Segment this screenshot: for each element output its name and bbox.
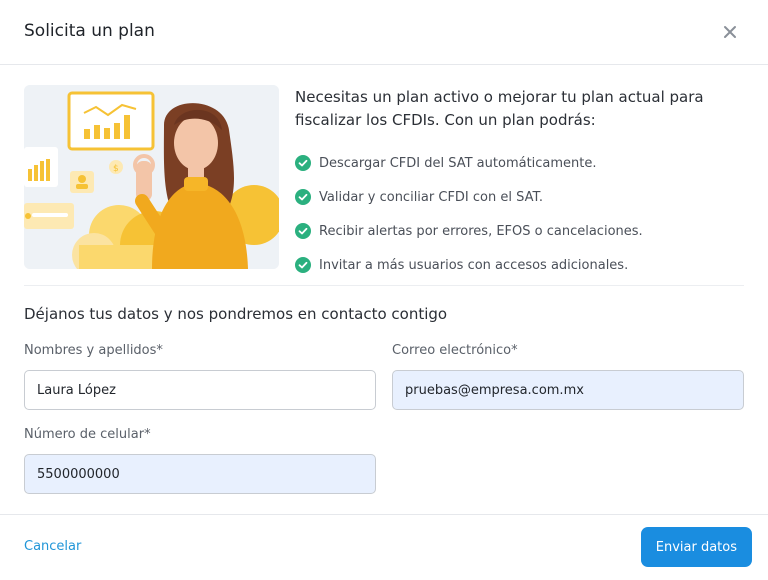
check-circle-icon — [295, 155, 311, 171]
illustration-art: $ — [24, 85, 279, 269]
benefit-text: Validar y conciliar CFDI con el SAT. — [319, 189, 544, 205]
benefit-text: Descargar CFDI del SAT automáticamente. — [319, 155, 597, 171]
benefit-text: Invitar a más usuarios con accesos adici… — [319, 257, 629, 273]
check-circle-icon — [295, 257, 311, 273]
submit-button[interactable]: Enviar datos — [640, 527, 752, 567]
benefit-item: Recibir alertas por errores, EFOS o canc… — [295, 214, 643, 248]
name-label: Nombres y apellidos* — [24, 343, 163, 358]
promo-illustration: $ — [24, 85, 279, 269]
benefits-list: Descargar CFDI del SAT automáticamente. … — [295, 146, 643, 282]
phone-label: Número de celular* — [24, 427, 151, 442]
benefit-item: Validar y conciliar CFDI con el SAT. — [295, 180, 643, 214]
modal-header: Solicita un plan — [0, 0, 768, 65]
modal-title: Solicita un plan — [24, 21, 155, 41]
email-input[interactable] — [392, 370, 744, 410]
phone-input[interactable] — [24, 454, 376, 494]
close-icon — [724, 26, 736, 38]
benefit-item: Descargar CFDI del SAT automáticamente. — [295, 146, 643, 180]
form-title: Déjanos tus datos y nos pondremos en con… — [24, 305, 448, 323]
name-input[interactable] — [24, 370, 376, 410]
benefit-text: Recibir alertas por errores, EFOS o canc… — [319, 223, 643, 239]
intro-text: Necesitas un plan activo o mejorar tu pl… — [295, 88, 704, 129]
email-label: Correo electrónico* — [392, 343, 518, 358]
benefit-item: Invitar a más usuarios con accesos adici… — [295, 248, 643, 282]
svg-text:$: $ — [113, 164, 119, 174]
check-circle-icon — [295, 223, 311, 239]
section-divider — [24, 285, 744, 286]
close-button[interactable] — [720, 22, 740, 42]
check-circle-icon — [295, 189, 311, 205]
cancel-button[interactable]: Cancelar — [24, 539, 81, 554]
modal-footer: Cancelar Enviar datos — [0, 514, 768, 580]
request-plan-modal: Solicita un plan $ Necesitas un plan act… — [0, 0, 768, 579]
